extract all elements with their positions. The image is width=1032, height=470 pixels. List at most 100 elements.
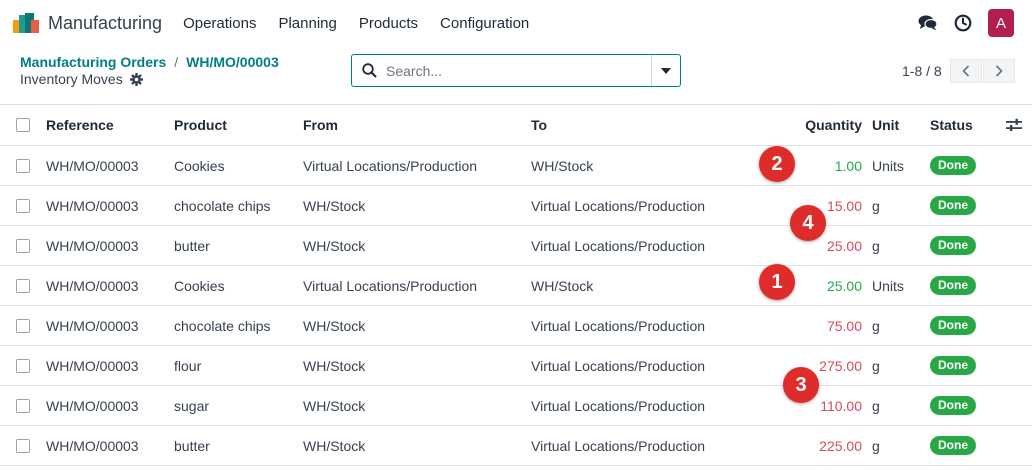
search-options-toggle[interactable] xyxy=(651,55,680,86)
quantity-cell: 25.00 xyxy=(826,277,862,294)
user-avatar[interactable]: A xyxy=(988,9,1014,37)
main-menu: Operations Planning Products Configurati… xyxy=(183,15,551,32)
breadcrumb-manufacturing-orders[interactable]: Manufacturing Orders xyxy=(20,54,166,70)
table-row[interactable]: WH/MO/00003 Cookies Virtual Locations/Prod… xyxy=(0,266,1032,306)
to-location-cell: WH/Stock xyxy=(531,277,594,294)
reference-cell: WH/MO/00003 xyxy=(46,437,139,454)
row-checkbox[interactable] xyxy=(16,238,30,253)
quantity-cell: 225.00 xyxy=(819,437,862,454)
menu-operations[interactable]: Operations xyxy=(183,15,256,32)
navbar-systray: A xyxy=(904,9,1014,37)
status-badge: Done xyxy=(930,396,976,415)
status-badge: Done xyxy=(930,196,976,215)
to-location-cell: WH/Stock xyxy=(531,157,594,174)
top-navbar: Manufacturing Operations Planning Produc… xyxy=(0,0,1032,46)
to-location-cell: Virtual Locations/Production xyxy=(531,397,706,414)
status-cell: Done xyxy=(930,236,976,255)
to-location-cell: Virtual Locations/Production xyxy=(531,197,706,214)
status-cell: Done xyxy=(930,396,976,415)
from-location-cell: WH/Stock xyxy=(303,437,366,454)
caret-down-icon xyxy=(661,67,671,74)
table-row[interactable]: WH/MO/00003 sugar WH/Stock Virtual Location… xyxy=(0,386,1032,426)
from-location-cell: Virtual Locations/Production xyxy=(303,157,478,174)
column-header-product[interactable]: Product xyxy=(174,117,227,133)
status-badge: Done xyxy=(930,276,976,295)
table-row[interactable]: WH/MO/00003 Cookies Virtual Locations/Prod… xyxy=(0,146,1032,186)
menu-planning[interactable]: Planning xyxy=(278,15,336,32)
column-header-reference[interactable]: Reference xyxy=(46,117,114,133)
quantity-cell: 15.00 xyxy=(826,197,862,214)
gear-icon[interactable] xyxy=(129,72,143,86)
pager: 1-8 / 8 xyxy=(902,59,1015,83)
status-cell: Done xyxy=(930,156,976,175)
row-checkbox[interactable] xyxy=(16,398,30,413)
quantity-cell: 275.00 xyxy=(819,357,862,374)
status-badge: Done xyxy=(930,356,976,375)
pager-next-button[interactable] xyxy=(982,59,1015,83)
breadcrumb-separator: / xyxy=(174,54,179,70)
status-cell: Done xyxy=(930,196,976,215)
app-brand[interactable]: Manufacturing xyxy=(13,13,162,34)
page-title: Inventory Moves xyxy=(20,71,123,87)
quantity-cell: 110.00 xyxy=(820,397,862,414)
step-marker-4: 4 xyxy=(790,205,826,241)
row-checkbox[interactable] xyxy=(16,158,30,173)
column-header-quantity[interactable]: Quantity xyxy=(805,117,862,133)
quantity-cell: 25.00 xyxy=(826,237,862,254)
breadcrumb: Manufacturing Orders / WH/MO/00003 xyxy=(20,54,279,70)
search-input[interactable] xyxy=(386,55,651,86)
clock-icon[interactable] xyxy=(952,12,974,34)
to-location-cell: Virtual Locations/Production xyxy=(531,237,706,254)
from-location-cell: WH/Stock xyxy=(303,317,366,334)
row-checkbox[interactable] xyxy=(16,358,30,373)
row-checkbox[interactable] xyxy=(16,438,30,453)
select-all-checkbox[interactable] xyxy=(16,118,30,132)
pager-previous-button[interactable] xyxy=(949,59,982,83)
chevron-right-icon xyxy=(995,65,1003,77)
status-cell: Done xyxy=(930,356,976,375)
status-badge: Done xyxy=(930,236,976,255)
column-header-to[interactable]: To xyxy=(531,117,547,133)
table-row[interactable]: WH/MO/00003 chocolate chips WH/Stock Virtua… xyxy=(0,306,1032,346)
step-marker-2: 2 xyxy=(759,146,795,182)
column-header-unit[interactable]: Unit xyxy=(872,117,899,133)
row-checkbox[interactable] xyxy=(16,198,30,213)
status-badge: Done xyxy=(930,316,976,335)
table-header: Reference Product From To Quantity Unit … xyxy=(0,105,1032,146)
column-header-from[interactable]: From xyxy=(303,117,338,133)
table-row[interactable]: WH/MO/00003 chocolate chips WH/Stock Virtua… xyxy=(0,186,1032,226)
reference-cell: WH/MO/00003 xyxy=(46,197,139,214)
status-cell: Done xyxy=(930,436,976,455)
table-row[interactable]: WH/MO/00003 flour WH/Stock Virtual Location… xyxy=(0,346,1032,386)
from-location-cell: WH/Stock xyxy=(303,357,366,374)
column-header-status[interactable]: Status xyxy=(930,117,973,133)
table-row[interactable]: WH/MO/00003 butter WH/Stock Virtual Locatio… xyxy=(0,226,1032,266)
search-box xyxy=(351,54,681,87)
product-cell: sugar xyxy=(174,397,210,414)
unit-cell: Units xyxy=(872,277,904,294)
breadcrumb-current-order[interactable]: WH/MO/00003 xyxy=(186,54,279,70)
from-location-cell: WH/Stock xyxy=(303,237,366,254)
unit-cell: g xyxy=(872,437,880,454)
menu-products[interactable]: Products xyxy=(359,15,418,32)
from-location-cell: Virtual Locations/Production xyxy=(303,277,478,294)
unit-cell: g xyxy=(872,357,880,374)
optional-columns-icon[interactable] xyxy=(1006,118,1022,132)
menu-configuration[interactable]: Configuration xyxy=(440,15,529,32)
reference-cell: WH/MO/00003 xyxy=(46,317,139,334)
row-checkbox[interactable] xyxy=(16,278,30,293)
pager-value[interactable]: 1-8 / 8 xyxy=(902,63,942,79)
unit-cell: g xyxy=(872,317,880,334)
chat-icon[interactable] xyxy=(917,12,939,34)
product-cell: Cookies xyxy=(174,157,225,174)
reference-cell: WH/MO/00003 xyxy=(46,237,139,254)
product-cell: Cookies xyxy=(174,277,225,294)
table-row[interactable]: WH/MO/00003 butter WH/Stock Virtual Locatio… xyxy=(0,426,1032,466)
from-location-cell: WH/Stock xyxy=(303,197,366,214)
step-marker-1: 1 xyxy=(759,264,795,300)
chevron-left-icon xyxy=(962,65,969,77)
from-location-cell: WH/Stock xyxy=(303,397,366,414)
quantity-cell: 75.00 xyxy=(826,317,862,334)
row-checkbox[interactable] xyxy=(16,318,30,333)
product-cell: chocolate chips xyxy=(174,317,271,334)
